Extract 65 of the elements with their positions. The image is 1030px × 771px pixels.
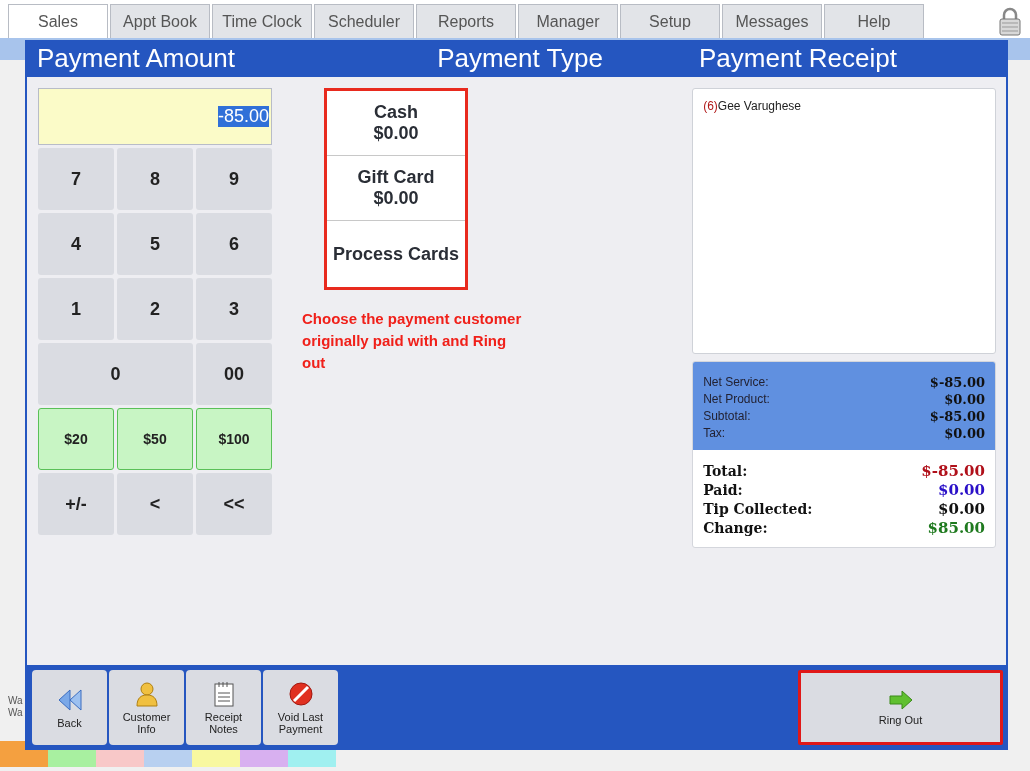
total-label: Paid: <box>703 481 743 500</box>
payment-type-button[interactable]: Process Cards <box>327 221 465 287</box>
payment-type-button[interactable]: Gift Card $0.00 <box>327 156 465 221</box>
tab[interactable]: Time Clock <box>212 4 312 38</box>
footer-button[interactable]: Back <box>32 670 107 745</box>
keypad-key[interactable]: 00 <box>196 343 272 405</box>
tab[interactable]: Setup <box>620 4 720 38</box>
ring-out-button[interactable]: Ring Out <box>798 670 1003 745</box>
keypad-key[interactable]: $20 <box>38 408 114 470</box>
right-arrow-icon <box>888 689 913 710</box>
summary-label: Tax: <box>703 425 726 442</box>
summary-label: Subtotal: <box>703 408 751 425</box>
amount-field[interactable]: -85.00 <box>38 88 272 145</box>
footer-button[interactable]: Customer Info <box>109 670 184 745</box>
section-title: Payment Receipt <box>698 43 897 74</box>
summary-value: $-85.00 <box>929 408 985 425</box>
tab[interactable]: Reports <box>416 4 516 38</box>
tab[interactable]: Appt Book <box>110 4 210 38</box>
keypad-key[interactable]: 0 <box>38 343 193 405</box>
summary-label: Net Product: <box>703 391 770 408</box>
keypad-key[interactable]: 9 <box>196 148 272 210</box>
summary-value: $0.00 <box>944 425 985 442</box>
total-value: $-85.00 <box>921 462 985 481</box>
tab[interactable]: Messages <box>722 4 822 38</box>
summary-value: $-85.00 <box>929 374 985 391</box>
keypad-key[interactable]: 8 <box>117 148 193 210</box>
ticket-number: (6) <box>703 99 718 113</box>
keypad-key[interactable]: +/- <box>38 473 114 535</box>
keypad-key[interactable]: $100 <box>196 408 272 470</box>
total-label: Total: <box>703 462 748 481</box>
person-icon <box>135 680 158 707</box>
summary-label: Net Service: <box>703 374 769 391</box>
total-value: $0.00 <box>938 481 985 500</box>
total-label: Change: <box>703 519 768 538</box>
keypad-key[interactable]: 1 <box>38 278 114 340</box>
notepad-icon <box>213 680 234 707</box>
keypad-key[interactable]: 3 <box>196 278 272 340</box>
keypad-key[interactable]: 2 <box>117 278 193 340</box>
total-label: Tip Collected: <box>703 500 813 519</box>
tab[interactable]: Scheduler <box>314 4 414 38</box>
customer-name: Gee Varughese <box>717 99 801 113</box>
tab[interactable]: Manager <box>518 4 618 38</box>
keypad-key[interactable]: < <box>117 473 193 535</box>
back-icon <box>56 686 83 713</box>
lock-icon <box>998 6 1022 36</box>
keypad-key[interactable]: 7 <box>38 148 114 210</box>
summary-value: $0.00 <box>944 391 985 408</box>
no-entry-icon <box>287 680 314 707</box>
tab[interactable]: Help <box>824 4 924 38</box>
section-title: Payment Type <box>436 43 604 74</box>
keypad-key[interactable]: 5 <box>117 213 193 275</box>
keypad-key[interactable]: $50 <box>117 408 193 470</box>
total-value: $0.00 <box>938 500 985 519</box>
instruction-text: Choose the payment customer originally paid with and Ring out <box>302 309 523 373</box>
total-value: $85.00 <box>927 519 985 538</box>
footer-button[interactable]: Void Last Payment <box>263 670 338 745</box>
side-label: Wa <box>8 707 23 719</box>
keypad-key[interactable]: 6 <box>196 213 272 275</box>
keypad-key[interactable]: 4 <box>38 213 114 275</box>
footer-button[interactable]: Receipt Notes <box>186 670 261 745</box>
payment-type-button[interactable]: Cash $0.00 <box>327 91 465 156</box>
side-label: Wa <box>8 695 23 707</box>
section-title: Payment Amount <box>36 43 236 74</box>
tab[interactable]: Sales <box>8 4 108 38</box>
keypad-key[interactable]: << <box>196 473 272 535</box>
